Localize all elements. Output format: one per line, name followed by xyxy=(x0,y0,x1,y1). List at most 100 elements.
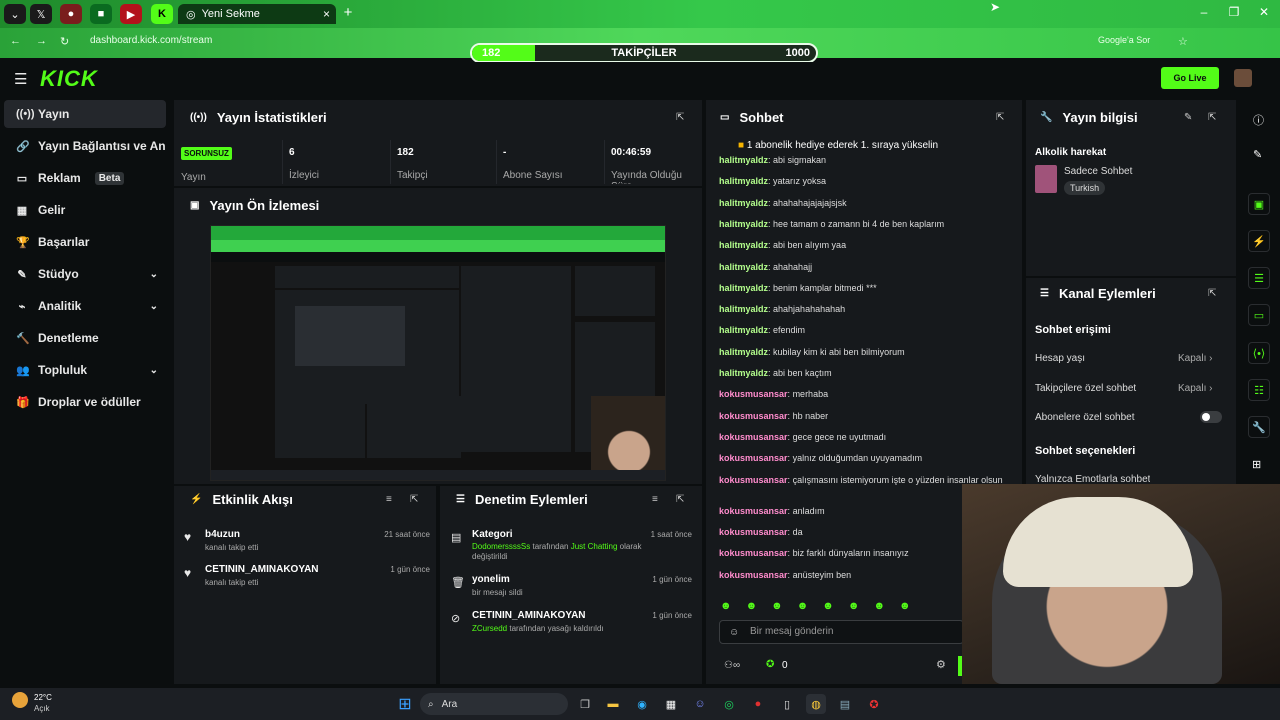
chat-username[interactable]: kokusmusansar xyxy=(719,527,788,537)
url-field[interactable]: dashboard.kick.com/stream xyxy=(90,35,212,46)
go-live-button[interactable]: Go Live xyxy=(1161,67,1219,89)
popout-icon[interactable]: ⇱ xyxy=(676,112,684,123)
sub-only-toggle[interactable] xyxy=(1200,411,1222,423)
chat-username[interactable]: halitmyaldz xyxy=(719,262,768,272)
chat-username[interactable]: kokusmusansar xyxy=(719,453,788,463)
task-view-icon[interactable]: ❐ xyxy=(575,694,595,714)
panel-title: Yayın İstatistikleri xyxy=(216,110,327,125)
avatar[interactable] xyxy=(1234,69,1252,87)
file-explorer-icon[interactable]: ▬ xyxy=(603,694,623,714)
sidebar-item-community[interactable]: 👥 Topluluk ⌄ xyxy=(4,356,166,384)
follower-only-select[interactable]: Kapalı › xyxy=(1178,383,1212,394)
rail-bolt-icon[interactable]: ⚡ xyxy=(1248,230,1270,252)
account-age-select[interactable]: Kapalı › xyxy=(1178,353,1212,364)
chat-username[interactable]: kokusmusansar xyxy=(719,389,788,399)
popout-icon[interactable]: ⇱ xyxy=(996,112,1004,123)
chat-username[interactable]: kokusmusansar xyxy=(719,411,788,421)
chat-username[interactable]: kokusmusansar xyxy=(719,432,788,442)
chat-username[interactable]: halitmyaldz xyxy=(719,304,768,314)
rail-mod-icon[interactable]: ☷ xyxy=(1248,379,1270,401)
filter-icon[interactable]: ≡ xyxy=(386,494,392,505)
new-tab-button[interactable]: + xyxy=(340,5,356,22)
forward-icon[interactable]: → xyxy=(36,35,47,47)
maximize-button[interactable]: ❐ xyxy=(1224,5,1244,19)
chat-users-icon[interactable]: ⚇∞ xyxy=(724,660,740,671)
discord-icon[interactable]: ☺ xyxy=(690,694,710,714)
emoji-icon[interactable]: ☺ xyxy=(729,627,739,638)
edge-icon[interactable]: ◉ xyxy=(632,694,652,714)
popout-icon[interactable]: ⇱ xyxy=(1208,288,1216,299)
sidebar-item-stream-key[interactable]: 🔗 Yayın Bağlantısı ve Anahtarı xyxy=(4,132,166,160)
tab-active[interactable]: ◎ Yeni Sekme × xyxy=(178,4,336,24)
chat-username[interactable]: halitmyaldz xyxy=(719,368,768,378)
popout-icon[interactable]: ⇱ xyxy=(676,494,684,505)
app-red-icon[interactable]: ● xyxy=(748,694,768,714)
kick-logo[interactable]: KICK xyxy=(40,66,98,92)
points-icon: ✪ xyxy=(766,659,775,670)
pencil-icon[interactable]: ✎ xyxy=(1253,148,1262,161)
filter-icon[interactable]: ≡ xyxy=(652,494,658,505)
gear-icon[interactable]: ⚙ xyxy=(936,658,946,671)
grid-icon[interactable]: ⊞ xyxy=(1252,458,1261,471)
sidebar-item-moderation[interactable]: 🔨 Denetleme xyxy=(4,324,166,352)
chat-username[interactable]: halitmyaldz xyxy=(719,325,768,335)
x-tab-icon[interactable]: 𝕏 xyxy=(30,4,52,24)
app-icon[interactable]: ✪ xyxy=(864,694,884,714)
bookmark-star-icon[interactable]: ☆ xyxy=(1178,35,1188,48)
chat-username[interactable]: kokusmusansar xyxy=(719,570,788,580)
chat-username[interactable]: halitmyaldz xyxy=(719,176,768,186)
chat-input[interactable]: Bir mesaj gönderin xyxy=(719,620,964,644)
pinned-gift-banner[interactable]: ■ 1 abonelik hediye ederek 1. sıraya yük… xyxy=(738,140,938,151)
back-icon[interactable]: ← xyxy=(10,35,21,47)
google-ask-button[interactable]: Google'a Sor xyxy=(1098,35,1150,45)
rail-list-icon[interactable]: ☰ xyxy=(1248,267,1270,289)
spotify-icon[interactable]: ◎ xyxy=(719,694,739,714)
pinned-tab-icon[interactable]: ● xyxy=(60,4,82,24)
close-tab-icon[interactable]: × xyxy=(323,7,330,21)
info-icon[interactable]: ⓘ xyxy=(1253,112,1264,128)
pinned-tab-icon[interactable]: ■ xyxy=(90,4,112,24)
sidebar-item-revenue[interactable]: ▦ Gelir xyxy=(4,196,166,224)
chat-username[interactable]: kokusmusansar xyxy=(719,475,788,485)
send-button[interactable] xyxy=(958,656,962,676)
hamburger-menu-icon[interactable]: ☰ xyxy=(14,70,27,88)
chat-username[interactable]: halitmyaldz xyxy=(719,240,768,250)
minimize-button[interactable]: – xyxy=(1194,5,1214,19)
store-icon[interactable]: ▦ xyxy=(661,694,681,714)
rail-chat-icon[interactable]: ▭ xyxy=(1248,304,1270,326)
chat-username[interactable]: halitmyaldz xyxy=(719,347,768,357)
sidebar-item-achievements[interactable]: 🏆 Başarılar xyxy=(4,228,166,256)
chat-username[interactable]: kokusmusansar xyxy=(719,548,788,558)
tab-menu-icon[interactable]: ⌄ xyxy=(4,4,26,24)
taskbar-search[interactable]: ⌕ Ara xyxy=(420,693,568,715)
rail-stats-icon[interactable]: ▣ xyxy=(1248,193,1270,215)
chrome-icon[interactable]: ◍ xyxy=(806,694,826,714)
chat-username[interactable]: halitmyaldz xyxy=(719,283,768,293)
popout-icon[interactable]: ⇱ xyxy=(1208,112,1216,123)
chat-username[interactable]: halitmyaldz xyxy=(719,198,768,208)
sidebar-item-analytics[interactable]: ⌁ Analitik ⌄ xyxy=(4,292,166,320)
chat-username[interactable]: halitmyaldz xyxy=(719,219,768,229)
setting-value: Kapalı xyxy=(1178,383,1207,394)
rail-wrench-icon[interactable]: 🔧 xyxy=(1248,416,1270,438)
youtube-tab-icon[interactable]: ▶ xyxy=(120,4,142,24)
app-icon[interactable]: ▤ xyxy=(835,694,855,714)
chat-username[interactable]: kokusmusansar xyxy=(719,506,788,516)
app-icon[interactable]: ▯ xyxy=(777,694,797,714)
reload-icon[interactable]: ↻ xyxy=(60,35,69,48)
chat-username[interactable]: halitmyaldz xyxy=(719,155,768,165)
popout-icon[interactable]: ⇱ xyxy=(410,494,418,505)
sidebar-item-studio[interactable]: ✎ Stüdyo ⌄ xyxy=(4,260,166,288)
windows-start-icon[interactable]: ⊞ xyxy=(395,694,415,714)
emote-bar[interactable]: ☻☻☻☻☻☻☻☻ xyxy=(720,600,925,612)
drops-icon: 🎁 xyxy=(16,396,30,409)
stat-value: 182 xyxy=(397,147,414,158)
close-window-button[interactable]: ✕ xyxy=(1254,5,1274,19)
stream-preview-video[interactable] xyxy=(210,225,666,481)
edit-icon[interactable]: ✎ xyxy=(1184,112,1192,123)
rail-broadcast-icon[interactable]: ⟨•⟩ xyxy=(1248,342,1270,364)
kick-tab-icon[interactable]: K xyxy=(151,4,173,24)
sidebar-item-ads[interactable]: ▭ Reklam Beta xyxy=(4,164,166,192)
sidebar-item-drops[interactable]: 🎁 Droplar ve ödüller xyxy=(4,388,166,416)
sidebar-item-stream[interactable]: ((•)) Yayın xyxy=(4,100,166,128)
